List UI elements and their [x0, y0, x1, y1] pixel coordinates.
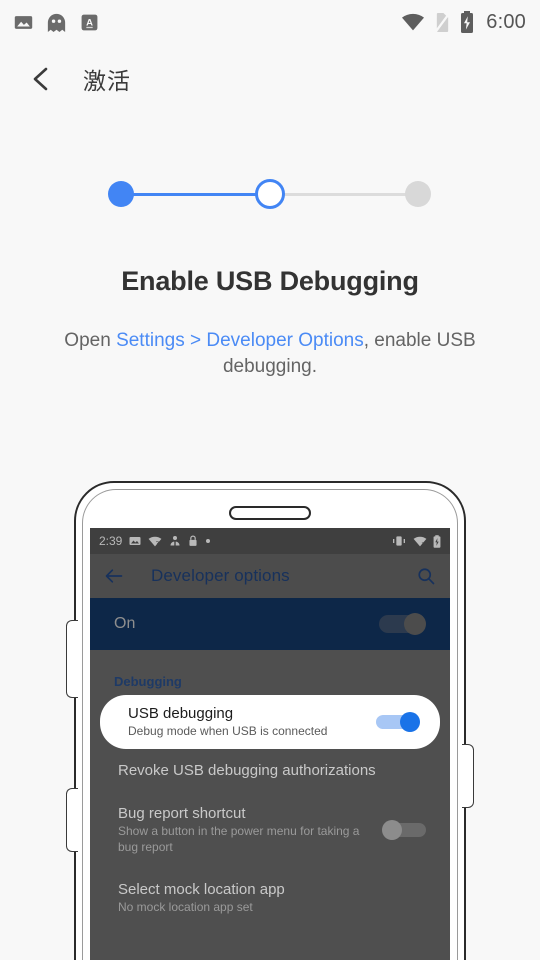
phone-app-bar: Developer options	[90, 554, 450, 598]
battery-icon	[433, 534, 441, 548]
system-status-bar: A 6:00	[0, 0, 540, 44]
revoke-usb-authorizations-title: Revoke USB debugging authorizations	[118, 762, 376, 779]
master-toggle-label: On	[114, 615, 136, 632]
revoke-usb-authorizations-text: Revoke USB debugging authorizations	[118, 762, 426, 779]
page-title: 激活	[83, 68, 131, 94]
phone-earpiece-speaker	[229, 506, 311, 520]
image-icon	[129, 535, 141, 547]
status-left-icons: A	[14, 13, 99, 32]
debugging-section-header: Debugging	[114, 674, 182, 689]
stepper-dot-step-3[interactable]	[405, 181, 431, 207]
usb-debugging-row[interactable]: USB debugging Debug mode when USB is con…	[100, 695, 440, 749]
revoke-usb-authorizations-row[interactable]: Revoke USB debugging authorizations	[90, 749, 450, 792]
status-right-icons: 6:00	[401, 11, 526, 34]
wifi-question-icon: ?	[148, 536, 162, 547]
select-mock-location-app-row[interactable]: Select mock location app No mock locatio…	[90, 868, 450, 929]
bug-report-shortcut-row[interactable]: Bug report shortcut Show a button in the…	[90, 792, 450, 868]
vpn-person-icon	[169, 535, 181, 547]
bug-report-shortcut-title: Bug report shortcut	[118, 805, 246, 822]
select-mock-location-app-title: Select mock location app	[118, 881, 285, 899]
svg-text:?: ?	[156, 541, 159, 547]
usb-debugging-toggle[interactable]	[376, 711, 420, 732]
developer-options-master-toggle-row[interactable]: On	[90, 598, 450, 650]
bug-report-shortcut-text: Bug report shortcut Show a button in the…	[118, 805, 382, 855]
usb-debugging-toggle-knob	[400, 711, 420, 732]
phone-volume-up-button	[66, 620, 78, 698]
usb-debugging-title: USB debugging	[128, 705, 234, 722]
step-title: Enable USB Debugging	[121, 266, 419, 296]
page-header: 激活	[0, 52, 540, 106]
select-mock-location-app-text: Select mock location app No mock locatio…	[118, 881, 426, 916]
stepper-dot-step-2[interactable]	[255, 179, 285, 209]
wifi-icon	[401, 13, 425, 31]
phone-volume-down-button	[66, 788, 78, 852]
section-divider	[90, 650, 450, 660]
select-mock-location-app-subtitle: No mock location app set	[118, 900, 253, 915]
master-toggle-knob	[404, 613, 426, 635]
phone-status-right-icons: x	[391, 534, 441, 548]
master-toggle-switch[interactable]	[379, 613, 426, 635]
phone-mockup: 2:39 ? x Developer options On Debugging …	[74, 481, 466, 960]
phone-app-bar-title: Developer options	[151, 566, 290, 585]
search-icon[interactable]	[416, 566, 436, 586]
letter-a-icon: A	[80, 13, 99, 32]
usb-debugging-highlight-wrapper: USB debugging Debug mode when USB is con…	[90, 695, 450, 749]
progress-stepper	[0, 178, 540, 210]
bug-report-shortcut-subtitle: Show a button in the power menu for taki…	[118, 824, 360, 854]
ghost-icon	[46, 13, 67, 32]
svg-text:x: x	[422, 541, 425, 547]
desc-prefix: Open	[64, 330, 117, 351]
activation-screen: A 6:00 激活 Enable USB Debugging Open Sett…	[0, 0, 540, 960]
phone-clock: 2:39	[99, 534, 123, 548]
wifi-off-icon: x	[413, 536, 427, 547]
no-sim-icon	[434, 12, 451, 33]
phone-status-bar: 2:39 ? x	[90, 528, 450, 554]
arrow-back-icon[interactable]	[104, 566, 124, 586]
vibrate-icon	[391, 535, 407, 547]
battery-charging-icon	[460, 11, 474, 33]
phone-screen: 2:39 ? x Developer options On Debugging …	[90, 528, 450, 960]
usb-debugging-subtitle: Debug mode when USB is connected	[128, 724, 328, 738]
step-description: Open Settings > Developer Options, enabl…	[50, 328, 490, 379]
phone-power-button	[462, 744, 474, 808]
status-bar-clock: 6:00	[486, 10, 526, 33]
usb-debugging-text: USB debugging Debug mode when USB is con…	[128, 705, 376, 738]
back-button[interactable]	[26, 64, 56, 94]
dot-icon	[205, 538, 211, 544]
bug-report-toggle-knob	[382, 820, 402, 841]
stepper-dot-step-1[interactable]	[108, 181, 134, 207]
settings-developer-options-link[interactable]: Settings > Developer Options	[116, 330, 364, 351]
image-icon	[14, 13, 33, 32]
stepper-track-pending	[269, 193, 419, 196]
stepper-track-completed	[121, 193, 271, 196]
lock-icon	[188, 535, 198, 547]
bug-report-shortcut-toggle[interactable]	[382, 820, 426, 841]
